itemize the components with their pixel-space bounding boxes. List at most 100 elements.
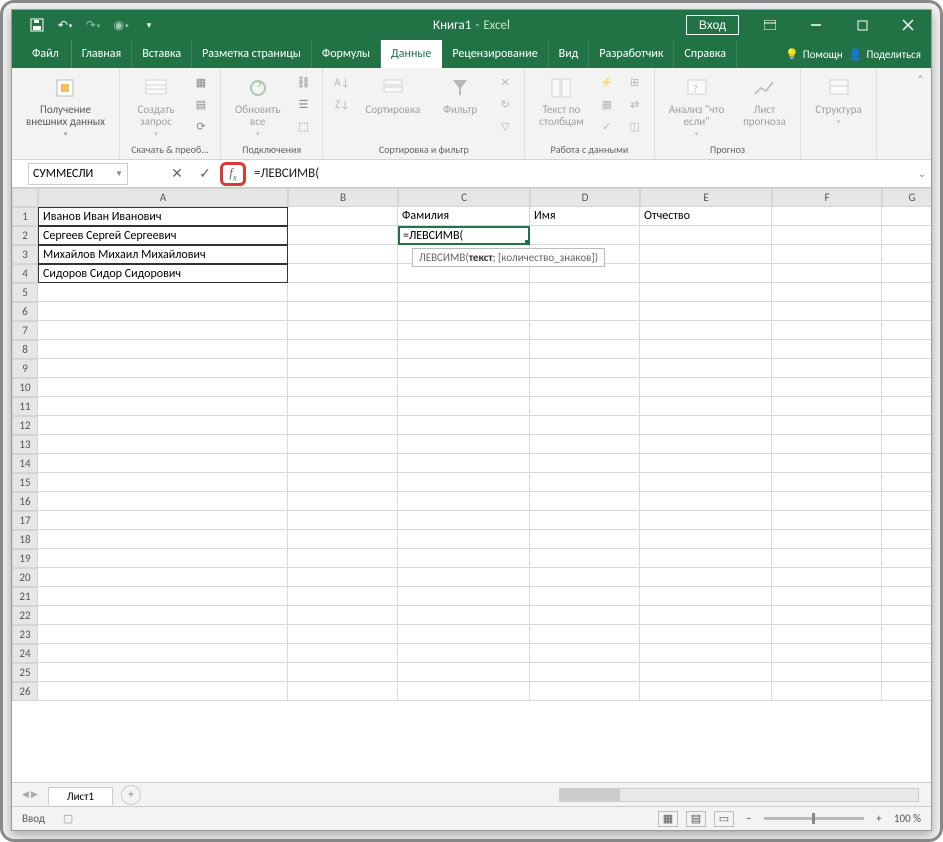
- cell-E25[interactable]: [640, 663, 772, 682]
- data-model-icon[interactable]: ◫: [624, 116, 646, 136]
- cell-D11[interactable]: [530, 397, 640, 416]
- row-header-4[interactable]: 4: [12, 264, 38, 283]
- cell-C16[interactable]: [398, 492, 530, 511]
- cell-D23[interactable]: [530, 625, 640, 644]
- cell-B22[interactable]: [288, 606, 398, 625]
- row-header-18[interactable]: 18: [12, 530, 38, 549]
- cell-D9[interactable]: [530, 359, 640, 378]
- outline-button[interactable]: Структура ▾: [809, 72, 867, 128]
- cell-G3[interactable]: [882, 245, 931, 264]
- tab-разметка страницы[interactable]: Разметка страницы: [192, 40, 312, 68]
- tab-рецензирование[interactable]: Рецензирование: [442, 40, 548, 68]
- cell-B20[interactable]: [288, 568, 398, 587]
- cell-D7[interactable]: [530, 321, 640, 340]
- cell-C17[interactable]: [398, 511, 530, 530]
- cell-C6[interactable]: [398, 302, 530, 321]
- cell-F4[interactable]: [772, 264, 882, 283]
- cell-F9[interactable]: [772, 359, 882, 378]
- cell-A6[interactable]: [38, 302, 288, 321]
- qat-customize-icon[interactable]: ▾: [138, 14, 160, 36]
- cell-F13[interactable]: [772, 435, 882, 454]
- close-button[interactable]: [885, 10, 931, 40]
- cell-C15[interactable]: [398, 473, 530, 492]
- cell-E5[interactable]: [640, 283, 772, 302]
- cell-B10[interactable]: [288, 378, 398, 397]
- chevron-down-icon[interactable]: ▼: [115, 169, 123, 179]
- cell-A25[interactable]: [38, 663, 288, 682]
- cell-G2[interactable]: [882, 226, 931, 245]
- cell-E17[interactable]: [640, 511, 772, 530]
- cell-B15[interactable]: [288, 473, 398, 492]
- zoom-out-button[interactable]: −: [742, 812, 756, 825]
- cell-G25[interactable]: [882, 663, 931, 682]
- cell-E1[interactable]: Отчество: [640, 207, 772, 226]
- cell-A15[interactable]: [38, 473, 288, 492]
- cell-B16[interactable]: [288, 492, 398, 511]
- cell-G23[interactable]: [882, 625, 931, 644]
- sort-za-icon[interactable]: Z↓: [331, 94, 353, 114]
- cell-A8[interactable]: [38, 340, 288, 359]
- cell-A26[interactable]: [38, 682, 288, 701]
- cell-C7[interactable]: [398, 321, 530, 340]
- row-header-19[interactable]: 19: [12, 549, 38, 568]
- cell-A5[interactable]: [38, 283, 288, 302]
- cell-F22[interactable]: [772, 606, 882, 625]
- cell-G22[interactable]: [882, 606, 931, 625]
- row-header-14[interactable]: 14: [12, 454, 38, 473]
- edit-links-icon[interactable]: ⬚: [292, 116, 314, 136]
- cell-G21[interactable]: [882, 587, 931, 606]
- collapse-ribbon-icon[interactable]: ˄: [910, 68, 931, 159]
- cell-B24[interactable]: [288, 644, 398, 663]
- cell-A18[interactable]: [38, 530, 288, 549]
- row-header-3[interactable]: 3: [12, 245, 38, 264]
- row-header-8[interactable]: 8: [12, 340, 38, 359]
- cell-F24[interactable]: [772, 644, 882, 663]
- cell-C13[interactable]: [398, 435, 530, 454]
- col-header-D[interactable]: D: [530, 188, 640, 207]
- cell-F23[interactable]: [772, 625, 882, 644]
- signin-button[interactable]: Вход: [686, 15, 739, 35]
- cell-E16[interactable]: [640, 492, 772, 511]
- cell-B1[interactable]: [288, 207, 398, 226]
- cell-A9[interactable]: [38, 359, 288, 378]
- cell-E7[interactable]: [640, 321, 772, 340]
- view-page-layout-icon[interactable]: ▤: [686, 811, 706, 827]
- cell-E4[interactable]: [640, 264, 772, 283]
- cell-D12[interactable]: [530, 416, 640, 435]
- cell-A2[interactable]: Сергеев Сергей Сергеевич: [38, 226, 288, 245]
- cell-A19[interactable]: [38, 549, 288, 568]
- cell-E2[interactable]: [640, 226, 772, 245]
- row-header-10[interactable]: 10: [12, 378, 38, 397]
- cell-C19[interactable]: [398, 549, 530, 568]
- cell-E21[interactable]: [640, 587, 772, 606]
- maximize-button[interactable]: [839, 10, 885, 40]
- tab-вставка[interactable]: Вставка: [132, 40, 192, 68]
- cell-A4[interactable]: Сидоров Сидор Сидорович: [38, 264, 288, 283]
- cell-G14[interactable]: [882, 454, 931, 473]
- cell-A21[interactable]: [38, 587, 288, 606]
- cell-G4[interactable]: [882, 264, 931, 283]
- tab-вид[interactable]: Вид: [549, 40, 590, 68]
- cell-C14[interactable]: [398, 454, 530, 473]
- tab-file[interactable]: Файл: [20, 40, 72, 68]
- cell-D19[interactable]: [530, 549, 640, 568]
- tab-данные[interactable]: Данные: [381, 40, 442, 68]
- text-to-columns-button[interactable]: Текст по столбцам: [533, 72, 590, 130]
- cell-B7[interactable]: [288, 321, 398, 340]
- cell-A23[interactable]: [38, 625, 288, 644]
- cell-C5[interactable]: [398, 283, 530, 302]
- row-header-24[interactable]: 24: [12, 644, 38, 663]
- horizontal-scrollbar[interactable]: [559, 788, 919, 802]
- cell-B21[interactable]: [288, 587, 398, 606]
- cell-E15[interactable]: [640, 473, 772, 492]
- cell-F1[interactable]: [772, 207, 882, 226]
- sheet-nav-prev-icon[interactable]: ◀: [22, 789, 29, 800]
- cell-C11[interactable]: [398, 397, 530, 416]
- cell-A1[interactable]: Иванов Иван Иванович: [38, 207, 288, 226]
- cell-B8[interactable]: [288, 340, 398, 359]
- cell-D20[interactable]: [530, 568, 640, 587]
- cell-F11[interactable]: [772, 397, 882, 416]
- cell-G15[interactable]: [882, 473, 931, 492]
- cell-C1[interactable]: Фамилия: [398, 207, 530, 226]
- sheet-tab[interactable]: Лист1: [48, 787, 113, 805]
